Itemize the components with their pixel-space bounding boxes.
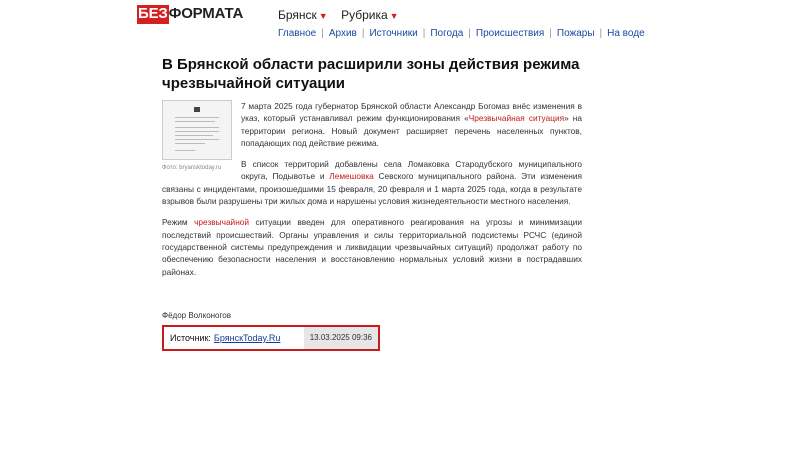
p3-highlight-link[interactable]: чрезвычайной (194, 217, 249, 227)
article-body: Фото: bryansktoday.ru 7 марта 2025 года … (162, 100, 582, 287)
logo-part-2: ФОРМАТА (168, 5, 244, 22)
nav-link-main[interactable]: Главное (278, 28, 316, 39)
caret-down-icon: ▼ (389, 11, 399, 21)
document-image (162, 100, 232, 160)
nav-link-sources[interactable]: Источники (369, 28, 417, 39)
rubric-menu[interactable]: Рубрика ▼ (341, 8, 399, 22)
nav-separator: | (361, 28, 365, 39)
article-photo[interactable]: Фото: bryansktoday.ru (162, 100, 232, 174)
p1-highlight-link[interactable]: Чрезвычайная ситуация (469, 113, 564, 123)
logo-underline (137, 22, 169, 24)
city-menu[interactable]: Брянск ▼ (278, 8, 328, 22)
nav-link-water[interactable]: На воде (607, 28, 645, 39)
nav-link-incidents[interactable]: Происшествия (476, 28, 544, 39)
source-link[interactable]: БрянскToday.Ru (214, 333, 280, 343)
site-logo[interactable]: БЕЗФОРМАТА (137, 5, 244, 22)
nav-link-weather[interactable]: Погода (430, 28, 463, 39)
p2-highlight-link[interactable]: Лемешовка (329, 171, 373, 181)
paragraph-3: Режим чрезвычайной ситуации введен для о… (162, 216, 582, 277)
source-label: Источник: (170, 333, 211, 343)
nav-separator: | (549, 28, 552, 39)
article-author: Фёдор Волконогов (162, 311, 231, 320)
nav-separator: | (422, 28, 426, 39)
nav-link-archive[interactable]: Архив (329, 28, 357, 39)
nav-link-fires[interactable]: Пожары (557, 28, 595, 39)
top-menu: Брянск ▼ Рубрика ▼ (278, 8, 409, 22)
photo-caption: Фото: bryansktoday.ru (162, 165, 222, 171)
nav-separator: | (321, 28, 324, 39)
nav-separator: | (599, 28, 603, 39)
source-box: Источник: БрянскToday.Ru 13.03.2025 09:3… (162, 325, 380, 351)
article-title: В Брянской области расширили зоны действ… (162, 56, 580, 92)
source-datetime: 13.03.2025 09:36 (303, 327, 378, 349)
p3-text: Режим (162, 217, 195, 228)
main-nav: Главное | Архив | Источники | Погода | Происшест… (278, 28, 645, 39)
city-menu-label: Брянск (278, 8, 317, 22)
rubric-menu-label: Рубрика (341, 8, 388, 22)
caret-down-icon: ▼ (318, 11, 328, 21)
nav-separator: | (468, 28, 471, 39)
logo-part-1: БЕЗ (137, 5, 169, 22)
